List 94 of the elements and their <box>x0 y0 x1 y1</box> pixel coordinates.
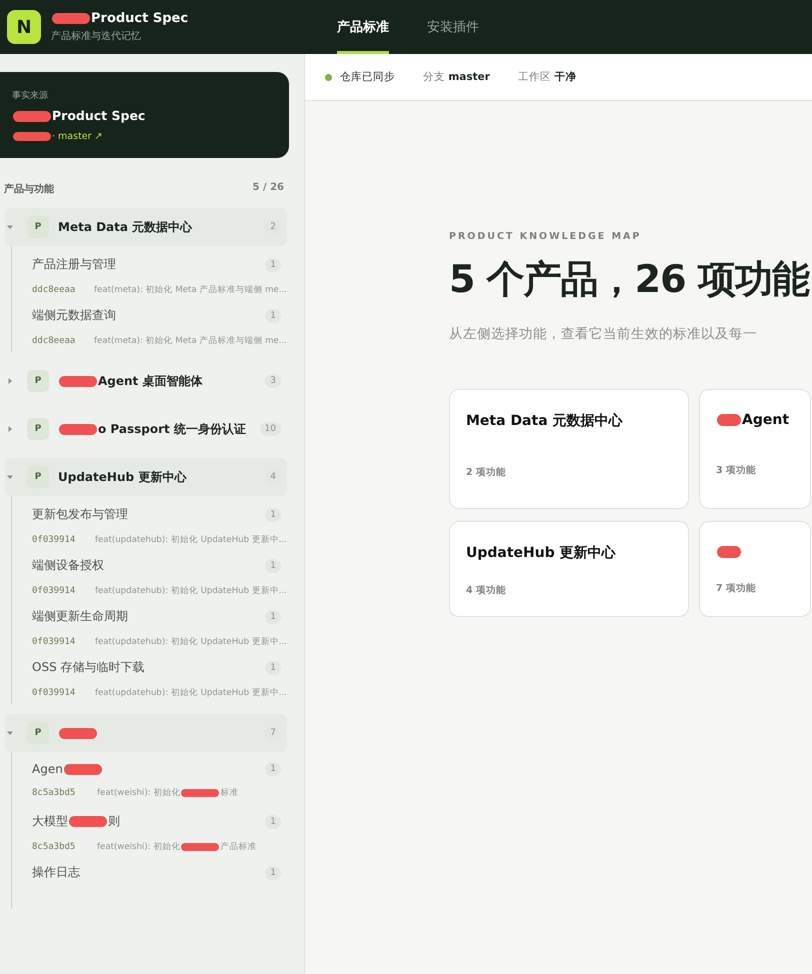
commit-message: feat(weishi): 初始化 产品标准 <box>97 841 256 853</box>
feature-name[interactable]: 更新包发布与管理 <box>32 506 128 523</box>
hero-subtitle: 从左侧选择功能，查看它当前生效的标准以及每一 <box>449 325 758 343</box>
commit-hash: 8c5a3bd5 <box>32 842 76 852</box>
feature-name[interactable]: OSS 存储与临时下载 <box>32 659 144 676</box>
redaction-mark <box>52 12 90 24</box>
redaction-mark <box>59 728 97 740</box>
redaction-mark <box>181 842 220 850</box>
sync-status: 仓库已同步 <box>340 70 395 84</box>
feature-count: 1 <box>265 308 281 322</box>
card-meta: 7 项功能 <box>716 582 757 595</box>
feature-name[interactable]: Agen <box>32 762 103 776</box>
product-count: 3 <box>265 374 281 388</box>
product-row[interactable]: P o Passport 统一身份认证 10 <box>5 410 287 448</box>
card-meta: 3 项功能 <box>716 464 757 477</box>
product-name: UpdateHub 更新中心 <box>58 468 188 486</box>
commit-hash: 0f039914 <box>32 535 76 545</box>
branch-link[interactable]: · master ↗ <box>12 131 275 142</box>
caret-icon <box>7 224 13 230</box>
feature-count: 1 <box>265 762 281 776</box>
feature-count: 1 <box>265 660 281 674</box>
feature-count: 1 <box>265 866 281 880</box>
feature-name[interactable]: 端侧元数据查询 <box>32 307 116 324</box>
feature-count: 1 <box>265 558 281 572</box>
source-card[interactable]: 事实来源 Product Spec · master ↗ <box>0 72 289 158</box>
card-title: Agent <box>716 412 806 428</box>
product-name: Agent 桌面智能体 <box>58 372 266 390</box>
product-badge: P <box>27 418 49 440</box>
commit-hash: 8c5a3bd5 <box>32 788 76 798</box>
product-card[interactable]: UpdateHub 更新中心 4 项功能 <box>449 521 689 617</box>
product-badge: P <box>27 466 49 488</box>
redaction-mark <box>59 376 97 387</box>
commit-hash: 0f039914 <box>32 586 76 596</box>
product-card[interactable]: Agent 3 项功能 <box>699 389 811 509</box>
feature-count: 1 <box>265 258 281 272</box>
commit-message: feat(updatehub): 初始化 UpdateHub 更新中... <box>94 534 287 546</box>
card-meta: 4 项功能 <box>466 584 507 597</box>
product-card[interactable]: Meta Data 元数据中心 2 项功能 <box>449 389 689 509</box>
product-name: o Passport 统一身份认证 <box>58 420 260 438</box>
caret-icon <box>7 426 13 432</box>
tree-count: 5 / 26 <box>252 182 284 195</box>
commit-message: feat(updatehub): 初始化 UpdateHub 更新中... <box>94 636 287 648</box>
nav-tab[interactable]: 安装插件 <box>427 0 479 54</box>
redaction-mark <box>13 132 51 141</box>
feature-count: 1 <box>265 814 281 828</box>
product-badge: P <box>27 370 49 392</box>
redaction-mark <box>64 764 102 776</box>
redaction-mark <box>69 816 107 828</box>
card-title: UpdateHub 更新中心 <box>466 544 617 562</box>
feature-name[interactable]: 大模型 则 <box>32 813 120 830</box>
commit-hash: ddc8eeaa <box>32 336 76 346</box>
card-title: Meta Data 元数据中心 <box>466 412 624 430</box>
commit-hash: 0f039914 <box>32 637 76 647</box>
commit-message: feat(updatehub): 初始化 UpdateHub 更新中... <box>94 687 287 699</box>
card-meta: 2 项功能 <box>466 466 507 479</box>
commit-message: feat(weishi): 初始化 标准 <box>97 787 238 799</box>
tree-title: 产品与功能 <box>4 182 54 196</box>
branch-status: 分支 master <box>423 70 490 84</box>
workspace-status: 工作区 干净 <box>518 70 576 84</box>
repo-title: Product Spec <box>12 108 275 123</box>
redaction-mark <box>717 546 741 558</box>
commit-hash: 0f039914 <box>32 688 76 698</box>
caret-icon <box>7 474 13 480</box>
app-subtitle: 产品标准与迭代记忆 <box>51 30 142 43</box>
feature-count: 1 <box>265 508 281 522</box>
feature-name[interactable]: 操作日志 <box>32 864 80 881</box>
product-name: Meta Data 元数据中心 <box>58 218 194 236</box>
commit-message: feat(meta): 初始化 Meta 产品标准与端侧 me... <box>94 284 287 296</box>
feature-name[interactable]: 端侧更新生命周期 <box>32 608 128 625</box>
app-title: Product Spec <box>51 11 188 26</box>
product-card[interactable]: 7 项功能 <box>699 521 811 617</box>
feature-name[interactable]: 产品注册与管理 <box>32 256 116 273</box>
product-row[interactable]: P 7 <box>5 714 287 752</box>
redaction-mark <box>59 424 97 435</box>
logo: N <box>7 10 41 44</box>
product-badge: P <box>27 722 49 744</box>
feature-count: 1 <box>265 610 281 624</box>
product-row[interactable]: P Agent 桌面智能体 3 <box>5 362 287 400</box>
hero-title: 5 个产品，26 项功能 <box>449 256 810 303</box>
commit-message: feat(meta): 初始化 Meta 产品标准与端侧 me... <box>94 335 287 347</box>
product-badge: P <box>27 216 49 238</box>
card-label: 事实来源 <box>12 90 49 102</box>
redaction-mark <box>13 110 51 122</box>
commit-hash: ddc8eeaa <box>32 285 76 295</box>
redaction-mark <box>181 788 220 796</box>
product-row[interactable]: P Meta Data 元数据中心 2 <box>5 208 287 246</box>
caret-icon <box>7 730 13 736</box>
caret-icon <box>7 378 13 384</box>
eyebrow-text: PRODUCT KNOWLEDGE MAP <box>449 231 642 242</box>
product-row[interactable]: P UpdateHub 更新中心 4 <box>5 458 287 496</box>
commit-message: feat(updatehub): 初始化 UpdateHub 更新中... <box>94 585 287 597</box>
feature-name[interactable]: 端侧设备授权 <box>32 557 104 574</box>
redaction-mark <box>717 414 741 426</box>
product-count: 10 <box>260 422 281 436</box>
